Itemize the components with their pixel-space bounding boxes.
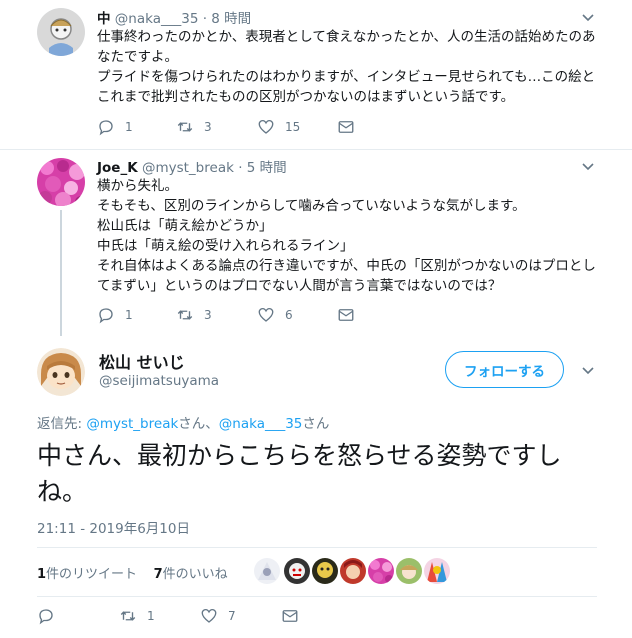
like-stat-count: 7 bbox=[153, 567, 163, 582]
reply-separator: さん、 bbox=[178, 416, 219, 432]
tweet-time[interactable]: · 8 時間 bbox=[203, 11, 251, 27]
liker-avatar[interactable] bbox=[368, 558, 394, 584]
retweet-button[interactable]: 3 bbox=[176, 117, 212, 137]
like-count: 6 bbox=[285, 308, 293, 322]
reply-icon bbox=[99, 308, 113, 324]
reply-button[interactable]: 1 bbox=[97, 117, 133, 137]
chevron-down-icon[interactable] bbox=[580, 158, 596, 174]
heart-icon bbox=[258, 307, 274, 322]
tweet-naka[interactable]: 中 @naka___35 · 8 時間 仕事終わったのかとか、表現者として食えな… bbox=[0, 0, 632, 150]
liker-avatar[interactable] bbox=[340, 558, 366, 584]
tweet-text: 横から失礼。 そもそも、区別のラインからして噛み合っていないような気がします。 … bbox=[97, 178, 596, 294]
main-tweet-timestamp[interactable]: 21:11 - 2019年6月10日 bbox=[37, 517, 190, 537]
liker-avatar[interactable] bbox=[284, 558, 310, 584]
reply-user-link[interactable]: @naka___35 bbox=[219, 416, 303, 432]
main-tweet-text: 中さん、最初からこちらを怒らせる姿勢ですしね。 bbox=[37, 441, 562, 506]
like-button[interactable]: 6 bbox=[257, 305, 293, 325]
stats-divider-top bbox=[37, 547, 597, 548]
avatar-naka[interactable] bbox=[37, 8, 85, 56]
main-author-name[interactable]: 松山 せいじ bbox=[99, 349, 185, 373]
message-button[interactable] bbox=[337, 305, 365, 325]
retweet-stat[interactable]: 1件のリツイート bbox=[37, 567, 137, 582]
reply-button[interactable]: 1 bbox=[97, 305, 133, 325]
envelope-icon bbox=[282, 610, 298, 622]
like-stat-label: 件のいいね bbox=[162, 567, 228, 582]
heart-icon bbox=[201, 608, 217, 623]
retweet-icon bbox=[177, 310, 193, 320]
follow-button[interactable]: フォローする bbox=[445, 351, 564, 388]
like-button[interactable]: 15 bbox=[257, 117, 300, 137]
retweet-count: 3 bbox=[204, 120, 212, 134]
message-button[interactable] bbox=[281, 606, 309, 626]
reply-button[interactable] bbox=[37, 606, 65, 626]
reply-suffix: さん bbox=[302, 416, 330, 432]
retweet-button[interactable]: 1 bbox=[119, 606, 155, 626]
reply-to-line: 返信先: @myst_breakさん、@naka___35さん bbox=[37, 412, 329, 432]
reply-count: 1 bbox=[125, 120, 133, 134]
tweet-actions: 1 3 6 bbox=[97, 305, 377, 325]
like-button[interactable]: 7 bbox=[200, 606, 236, 626]
retweet-button[interactable]: 3 bbox=[176, 305, 212, 325]
liker-avatar[interactable] bbox=[396, 558, 422, 584]
retweet-count: 3 bbox=[204, 308, 212, 322]
reply-icon bbox=[99, 120, 113, 136]
retweet-count: 1 bbox=[147, 609, 155, 623]
author-name[interactable]: 中 bbox=[97, 11, 111, 27]
reply-count: 1 bbox=[125, 308, 133, 322]
reply-prefix: 返信先: bbox=[37, 416, 87, 432]
avatar-matsuyama[interactable] bbox=[37, 348, 85, 396]
chevron-down-icon[interactable] bbox=[580, 362, 596, 378]
stats-divider-bottom bbox=[37, 596, 597, 597]
tweet-time[interactable]: · 5 時間 bbox=[238, 160, 286, 176]
like-stat[interactable]: 7件のいいね bbox=[154, 567, 228, 582]
tweet-text: 仕事終わったのかとか、表現者として食えなかったとか、人の生活の話始めたのあなたで… bbox=[97, 29, 596, 105]
liker-avatar[interactable] bbox=[424, 558, 450, 584]
retweet-icon bbox=[120, 611, 136, 621]
liker-avatar[interactable] bbox=[254, 558, 280, 584]
author-handle[interactable]: @myst_break bbox=[142, 160, 234, 176]
thread-line bbox=[60, 210, 62, 336]
reply-icon bbox=[39, 609, 53, 625]
like-count: 15 bbox=[285, 120, 301, 134]
liker-avatar[interactable] bbox=[312, 558, 338, 584]
main-tweet-actions: 1 7 bbox=[37, 606, 327, 628]
envelope-icon bbox=[338, 309, 354, 321]
author-name[interactable]: Joe_K bbox=[97, 160, 138, 176]
message-button[interactable] bbox=[337, 117, 365, 137]
tweet-joe[interactable]: Joe_K @myst_break · 5 時間 横から失礼。 そもそも、区別の… bbox=[0, 150, 632, 330]
tweet-header: 中 @naka___35 · 8 時間 bbox=[97, 7, 251, 27]
avatar-joe[interactable] bbox=[37, 158, 85, 206]
like-count: 7 bbox=[228, 609, 236, 623]
retweet-stat-count: 1 bbox=[37, 567, 47, 582]
retweet-icon bbox=[177, 122, 193, 132]
retweet-stat-label: 件のリツイート bbox=[46, 567, 138, 582]
chevron-down-icon[interactable] bbox=[580, 9, 596, 25]
engagement-stats: 1件のリツイート 7件のいいね bbox=[37, 563, 228, 582]
heart-icon bbox=[258, 119, 274, 134]
main-author-handle[interactable]: @seijimatsuyama bbox=[99, 373, 219, 389]
reply-user-link[interactable]: @myst_break bbox=[86, 416, 178, 432]
tweet-header: Joe_K @myst_break · 5 時間 bbox=[97, 156, 287, 176]
tweet-actions: 1 3 15 bbox=[97, 117, 377, 137]
envelope-icon bbox=[338, 121, 354, 133]
author-handle[interactable]: @naka___35 bbox=[115, 11, 199, 27]
